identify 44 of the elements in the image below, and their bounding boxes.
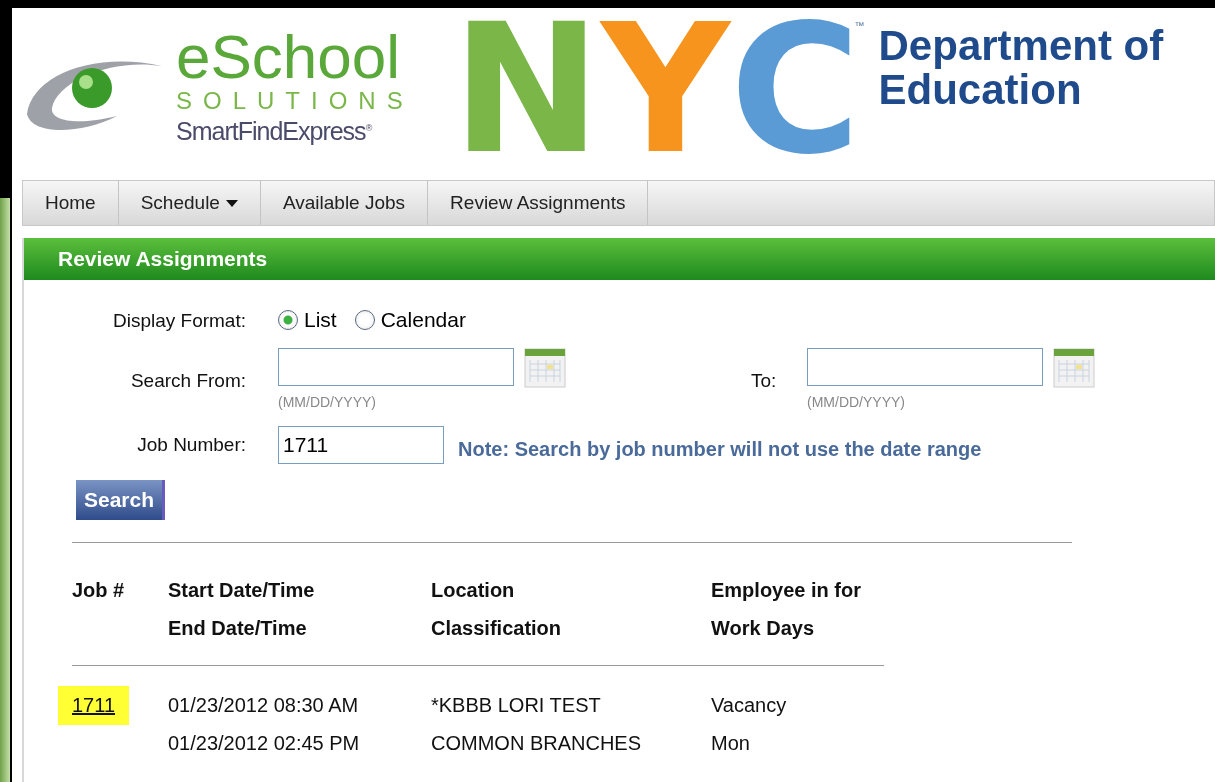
- nav-item[interactable]: Home: [23, 181, 119, 225]
- panel-title: Review Assignments: [24, 238, 1215, 280]
- date-field[interactable]: [278, 348, 514, 386]
- calendar-icon[interactable]: [524, 348, 566, 388]
- column-header: End Date/Time: [168, 616, 307, 640]
- logo-letter: C: [729, 20, 855, 160]
- job-link[interactable]: 1711: [58, 685, 129, 725]
- search-button[interactable]: Search: [76, 480, 166, 520]
- table-cell: Mon: [711, 731, 750, 755]
- trademark-sign: ™: [854, 20, 865, 31]
- table-cell: COMMON BRANCHES: [431, 731, 641, 755]
- radio-option[interactable]: Calendar: [354, 308, 466, 332]
- job-number-field[interactable]: 1711: [278, 426, 444, 464]
- brand-name: eSchool: [176, 26, 401, 88]
- format-hint: (MM/DD/YYYY): [278, 394, 377, 410]
- field-label: Search From:: [130, 369, 246, 392]
- radio-icon[interactable]: [354, 310, 375, 330]
- column-header: Classification: [431, 616, 562, 640]
- table-cell: 01/23/2012 02:45 PM: [168, 731, 360, 755]
- date-field[interactable]: [807, 348, 1043, 386]
- column-header: Location: [431, 578, 515, 602]
- table-cell: *KBBB LORI TEST: [431, 693, 601, 717]
- nav-item[interactable]: Schedule: [118, 181, 261, 225]
- column-header: Start Date/Time: [168, 578, 315, 602]
- logo-letter: N: [452, 20, 595, 160]
- note-text: Note: Search by job number will not use the date range: [458, 437, 982, 461]
- radio-option[interactable]: List: [278, 308, 337, 332]
- nav-item[interactable]: Review Assignments: [428, 181, 649, 225]
- radio-icon[interactable]: [278, 310, 298, 330]
- column-header: Work Days: [711, 616, 814, 640]
- brand-tagline: SOLUTIONS: [176, 88, 414, 114]
- calendar-icon[interactable]: [1053, 348, 1095, 388]
- table-cell: 01/23/2012 08:30 AM: [168, 693, 359, 717]
- table-cell: Vacancy: [711, 693, 787, 717]
- field-label: Display Format:: [112, 309, 246, 332]
- column-header: Job #: [72, 578, 125, 602]
- format-hint: (MM/DD/YYYY): [807, 394, 906, 410]
- product-name: SmartFindExpress$^{®}$: [176, 116, 372, 146]
- field-label: Job Number:: [137, 433, 246, 456]
- department-name: Department of: [878, 24, 1164, 68]
- field-label: To:: [751, 369, 777, 392]
- column-header: Employee in for: [711, 578, 862, 602]
- department-name: Education: [878, 68, 1082, 112]
- nav-item[interactable]: Available Jobs: [260, 181, 429, 225]
